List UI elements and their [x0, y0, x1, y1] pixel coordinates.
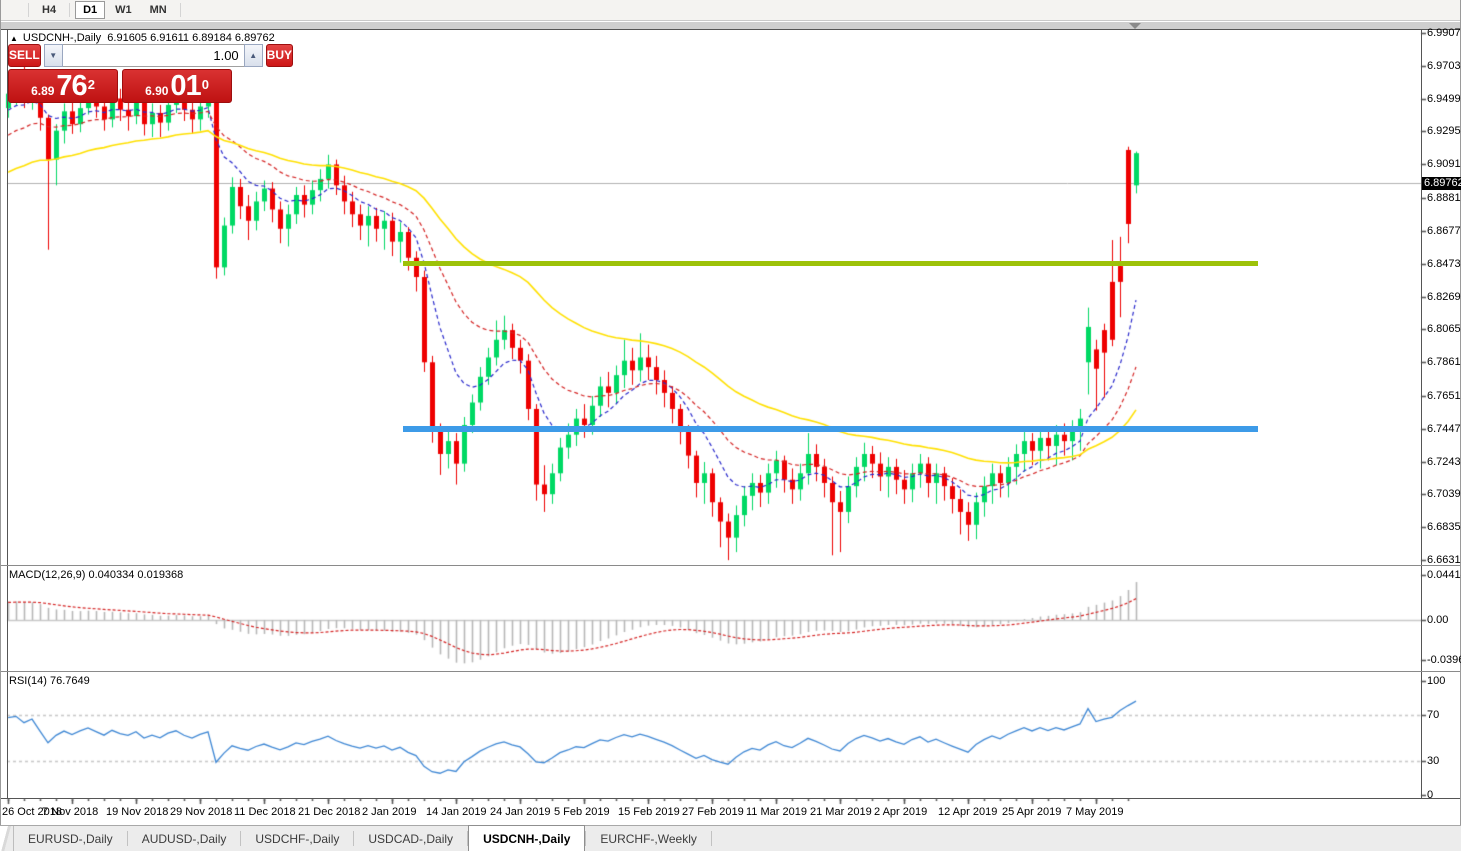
date-axis-label: 21 Mar 2019: [810, 806, 872, 818]
chart-tab-bar: EURUSD-,DailyAUDUSD-,DailyUSDCHF-,DailyU…: [0, 825, 1461, 851]
volume-spinner: ▼ ▲: [44, 44, 263, 67]
date-axis-label: 11 Mar 2019: [746, 806, 807, 818]
date-axis-label: 11 Dec 2018: [234, 806, 296, 818]
date-axis-label: 2 Jan 2019: [362, 806, 416, 818]
date-axis-label: 27 Feb 2019: [682, 806, 744, 818]
tab-separator: [711, 831, 712, 846]
sell-price-big: 76: [56, 73, 86, 99]
volume-input[interactable]: [63, 44, 244, 67]
price-axis-label: 6.86770: [1427, 225, 1461, 237]
macd-indicator-label: MACD(12,26,9) 0.040334 0.019368: [9, 569, 183, 581]
chart-window-top-strip: [0, 22, 1461, 29]
tab-usdcad-daily[interactable]: USDCAD-,Daily: [354, 826, 467, 851]
date-axis-label: 7 May 2019: [1066, 806, 1123, 818]
tab-eurchf-weekly[interactable]: EURCHF-,Weekly: [586, 826, 710, 851]
sell-price-sup: 2: [88, 70, 95, 100]
rsi-axis-label: 30: [1427, 755, 1439, 767]
price-axis-label: 6.94990: [1427, 93, 1461, 105]
date-axis-label: 25 Apr 2019: [1002, 806, 1061, 818]
chart-left-border: [7, 30, 8, 798]
macd-axis-label: 0.044143: [1427, 569, 1461, 581]
price-axis-label: 6.88810: [1427, 192, 1461, 204]
sell-price-small: 6.89: [31, 83, 54, 99]
date-axis-label: 14 Jan 2019: [426, 806, 487, 818]
resistance-line[interactable]: [403, 261, 1258, 266]
chart-title-ohlc: 6.91605 6.91611 6.89184 6.89762: [107, 32, 274, 44]
chart-title-symbol: USDCNH-,Daily: [23, 32, 101, 44]
chart-title: ▲ USDCNH-,Daily 6.91605 6.91611 6.89184 6…: [10, 32, 275, 44]
price-axis-label: 6.80650: [1427, 323, 1461, 335]
price-axis-label: 6.68350: [1427, 521, 1461, 533]
date-axis-border: [0, 798, 1461, 799]
rsi-axis-label: 100: [1427, 675, 1445, 687]
rsi-axis-label: 70: [1427, 709, 1439, 721]
collapse-panel-icon[interactable]: ▲: [10, 34, 18, 43]
chart-top-border: [0, 29, 1461, 30]
price-axis-label: 6.78610: [1427, 356, 1461, 368]
date-axis-label: 21 Dec 2018: [298, 806, 360, 818]
window-left-edge: [0, 0, 1, 851]
date-axis-label: 24 Jan 2019: [490, 806, 551, 818]
price-axis-label: 6.74470: [1427, 423, 1461, 435]
volume-increase-icon[interactable]: ▲: [244, 44, 263, 67]
price-axis-label: 6.76510: [1427, 390, 1461, 402]
buy-price-small: 6.90: [145, 83, 168, 99]
sell-quote-button[interactable]: 6.89 76 2: [8, 69, 118, 103]
volume-decrease-icon[interactable]: ▼: [44, 44, 63, 67]
rsi-axis-label: 0: [1427, 789, 1433, 801]
rsi-pane-separator[interactable]: [0, 671, 1461, 672]
price-axis-label: 6.97030: [1427, 60, 1461, 72]
price-axis-line: [1421, 30, 1422, 798]
date-axis-label: 15 Feb 2019: [618, 806, 680, 818]
rsi-indicator-label: RSI(14) 76.7649: [9, 675, 90, 687]
price-axis-label: 6.70390: [1427, 488, 1461, 500]
price-axis-label: 6.82690: [1427, 291, 1461, 303]
sell-button[interactable]: SELL: [8, 44, 41, 67]
buy-price-big: 01: [170, 73, 200, 99]
one-click-trading-panel: SELL ▼ ▲ BUY 6.89 76 2 6.90 01 0: [8, 44, 232, 103]
tab-eurusd-daily[interactable]: EURUSD-,Daily: [14, 826, 127, 851]
tab-usdcnh-daily[interactable]: USDCNH-,Daily: [468, 825, 585, 851]
price-axis-label: 6.84730: [1427, 258, 1461, 270]
date-axis-label: 12 Apr 2019: [938, 806, 997, 818]
tab-audusd-daily[interactable]: AUDUSD-,Daily: [128, 826, 241, 851]
date-axis-label: 5 Feb 2019: [554, 806, 610, 818]
date-axis-label: 19 Nov 2018: [106, 806, 168, 818]
date-axis-label: 2 Apr 2019: [874, 806, 927, 818]
price-axis-label: 6.72430: [1427, 456, 1461, 468]
price-axis-label: 6.90910: [1427, 158, 1461, 170]
macd-axis-label: 0.00: [1427, 614, 1448, 626]
buy-price-sup: 0: [202, 70, 209, 100]
support-line[interactable]: [403, 426, 1258, 432]
current-price-tag: 6.89762: [1422, 177, 1461, 190]
price-axis-label: 6.99070: [1427, 27, 1461, 39]
macd-axis-label: -0.03964: [1427, 654, 1461, 666]
trading-platform-window: H4D1W1MN ▲USDCNH-,Daily 6.91605 6.91611 …: [0, 0, 1461, 851]
buy-button[interactable]: BUY: [266, 44, 293, 67]
tab-usdchf-daily[interactable]: USDCHF-,Daily: [241, 826, 353, 851]
tab-scroll-stub[interactable]: [0, 826, 14, 851]
chart-shift-marker-icon[interactable]: [1129, 23, 1141, 29]
date-axis-label: 29 Nov 2018: [170, 806, 232, 818]
price-axis-label: 6.92950: [1427, 125, 1461, 137]
buy-quote-button[interactable]: 6.90 01 0: [122, 69, 232, 103]
macd-pane-separator[interactable]: [0, 565, 1461, 566]
price-axis-label: 6.66310: [1427, 554, 1461, 566]
date-axis-label: 7 Nov 2018: [42, 806, 98, 818]
